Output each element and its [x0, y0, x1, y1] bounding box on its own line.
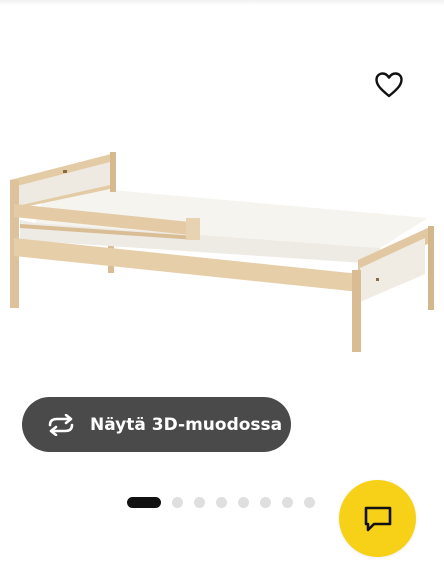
rotate-arrows-icon: [46, 413, 76, 437]
carousel-dot-4[interactable]: [216, 496, 227, 508]
carousel-dot-2[interactable]: [172, 496, 183, 508]
view-3d-button[interactable]: Näytä 3D-muodossa: [22, 397, 291, 452]
carousel-dot-7[interactable]: [282, 496, 293, 508]
favorite-button[interactable]: [370, 66, 408, 104]
carousel-dot-6[interactable]: [260, 496, 271, 508]
view-3d-label: Näytä 3D-muodossa: [90, 414, 283, 435]
carousel-pagination: [127, 496, 326, 508]
carousel-dot-3[interactable]: [194, 496, 205, 508]
carousel-dot-5[interactable]: [238, 496, 249, 508]
bed-leg-front-right: [352, 270, 361, 352]
headboard-post-right: [110, 152, 116, 192]
chat-button[interactable]: [339, 480, 416, 557]
heart-outline-icon: [375, 72, 403, 98]
top-divider: [0, 0, 444, 6]
product-page: Näytä 3D-muodossa: [0, 0, 444, 575]
carousel-dot-8[interactable]: [304, 496, 315, 508]
chat-bubble-icon: [364, 506, 391, 531]
bed-leg-foot-right: [428, 226, 434, 310]
product-image[interactable]: [0, 130, 444, 370]
carousel-dot-1[interactable]: [127, 496, 161, 508]
